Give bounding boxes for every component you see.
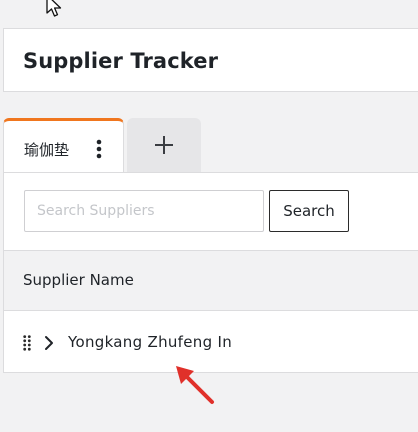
plus-icon [155,136,173,154]
kebab-menu-icon[interactable] [90,137,108,161]
title-card: Supplier Tracker [3,28,418,92]
search-button[interactable]: Search [269,190,349,232]
app-root: Supplier Tracker 瑜伽垫 Search Supplier Nam… [0,0,418,432]
add-tab-button[interactable] [127,118,201,172]
red-arrow-icon [176,366,214,404]
drag-handle-icon[interactable] [23,335,31,351]
table-header: Supplier Name [4,250,418,311]
search-input[interactable] [24,190,264,232]
tab-yoga-mat[interactable]: 瑜伽垫 [3,118,124,174]
suppliers-panel: Search Supplier Name Yongkang Zhufeng In [3,172,418,373]
column-header-supplier-name[interactable]: Supplier Name [23,271,134,289]
supplier-name-cell[interactable]: Yongkang Zhufeng In [68,333,232,351]
tab-label: 瑜伽垫 [24,141,70,159]
chevron-right-icon[interactable] [42,334,56,352]
page-title: Supplier Tracker [23,49,219,73]
mouse-pointer-icon [46,0,62,17]
